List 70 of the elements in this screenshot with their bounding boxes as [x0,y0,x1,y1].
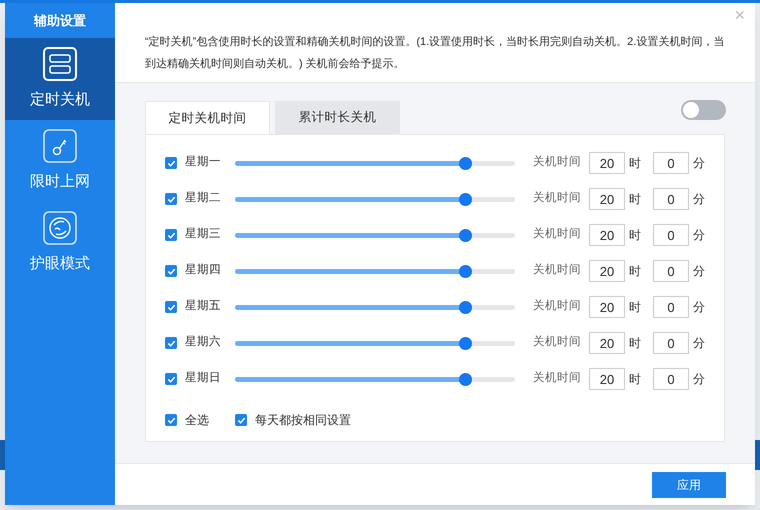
checkbox[interactable] [165,373,177,385]
slider-thumb[interactable] [458,156,472,170]
minute-field[interactable]: 0 [653,260,689,282]
day-label: 星期三 [185,226,222,242]
unit-label: 时 [629,227,641,244]
day-label: 星期一 [185,154,222,170]
unit-label: 时 [629,191,641,208]
minute-field[interactable]: 0 [653,332,689,354]
hour-field[interactable]: 20 [589,332,625,354]
unit-label: 分 [693,155,705,172]
checkbox[interactable] [165,229,177,241]
day-label: 星期五 [185,298,222,314]
unit-label: 分 [693,191,705,208]
hour-field[interactable]: 20 [589,152,625,174]
day-label: 星期二 [185,190,222,206]
unit-label: 分 [693,335,705,352]
unit-label: 分 [693,227,705,244]
hour-field[interactable]: 20 [589,188,625,210]
time-label: 关机时间 [533,226,581,242]
slider-thumb[interactable] [458,228,472,242]
unit-label: 时 [629,155,641,172]
time-label: 关机时间 [533,334,581,350]
checkbox[interactable] [165,301,177,313]
time-label: 关机时间 [533,370,581,386]
checkbox[interactable] [165,414,177,426]
checkbox[interactable] [165,337,177,349]
time-label: 关机时间 [533,190,581,206]
tab[interactable]: 累计时长关机 [275,101,400,134]
circle-leaf-icon [43,210,77,245]
checkbox[interactable] [165,265,177,277]
key-icon [43,128,77,163]
unit-label: 时 [629,335,641,352]
panels-icon [43,46,77,81]
slider-thumb[interactable] [458,192,472,206]
checkbox[interactable] [165,193,177,205]
sidebar-title: 辅助设置 [32,12,87,30]
unit-label: 时 [629,371,641,388]
unit-label: 分 [693,299,705,316]
minute-field[interactable]: 0 [653,224,689,246]
hour-field[interactable]: 20 [589,296,625,318]
day-label: 星期六 [185,334,222,350]
minute-field[interactable]: 0 [653,188,689,210]
toggle-switch[interactable] [681,100,726,120]
slider-thumb[interactable] [458,336,472,350]
minute-field[interactable]: 0 [653,296,689,318]
unit-label: 分 [693,263,705,280]
minute-field[interactable]: 0 [653,368,689,390]
option-label: 每天都按相同设置 [255,412,351,429]
sidebar-item[interactable]: 定时关机 [5,38,115,120]
slider-thumb[interactable] [458,264,472,278]
tab[interactable]: 定时关机时间 [145,101,270,134]
day-label: 星期四 [185,262,222,278]
time-label: 关机时间 [533,154,581,170]
apply-button[interactable]: 应用 [652,472,726,498]
minute-field[interactable]: 0 [653,152,689,174]
time-label: 关机时间 [533,298,581,314]
description-text: “定时关机”包含使用时长的设置和精确关机时间的设置。(1.设置使用时长，当时长用完则自动关机。2.设置关机时间，当到达精确关机时间则自动关机。) 关机前会给予提示。 [145,34,725,72]
unit-label: 分 [693,371,705,388]
unit-label: 时 [629,299,641,316]
hour-field[interactable]: 20 [589,224,625,246]
hour-field[interactable]: 20 [589,368,625,390]
day-label: 星期日 [185,370,222,386]
time-label: 关机时间 [533,262,581,278]
slider-thumb[interactable] [458,372,472,386]
hour-field[interactable]: 20 [589,260,625,282]
checkbox[interactable] [165,157,177,169]
slider-thumb[interactable] [458,300,472,314]
checkbox[interactable] [235,414,247,426]
unit-label: 时 [629,263,641,280]
option-label: 全选 [185,412,209,429]
